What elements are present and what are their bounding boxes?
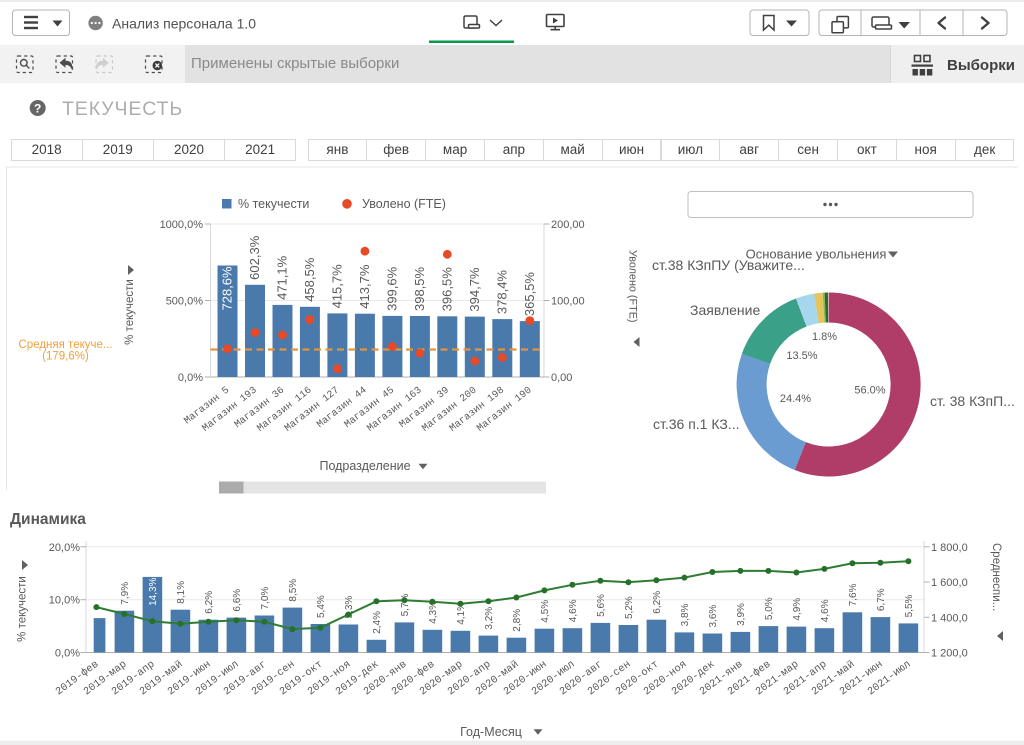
svg-text:4,6%: 4,6% <box>820 599 831 622</box>
svg-text:1 400,0: 1 400,0 <box>931 612 968 624</box>
svg-text:Уволено (FTE): Уволено (FTE) <box>362 197 446 211</box>
svg-text:Анализ персонала 1.0: Анализ персонала 1.0 <box>112 16 256 32</box>
svg-text:3,8%: 3,8% <box>680 603 691 626</box>
svg-text:1 600,0: 1 600,0 <box>931 577 968 589</box>
svg-text:471,1%: 471,1% <box>275 255 290 300</box>
svg-text:ст.36 п.1 КЗ...: ст.36 п.1 КЗ... <box>653 416 739 432</box>
svg-text:0,0%: 0,0% <box>178 372 203 384</box>
svg-text:% текучести: % текучести <box>238 197 309 211</box>
svg-text:10,0%: 10,0% <box>49 595 80 607</box>
svg-text:8,5%: 8,5% <box>288 579 299 602</box>
svg-text:3,6%: 3,6% <box>708 605 719 628</box>
svg-text:500,0%: 500,0% <box>166 296 204 308</box>
svg-text:415,7%: 415,7% <box>330 264 345 309</box>
svg-text:6,6%: 6,6% <box>232 589 243 612</box>
svg-text:5,4%: 5,4% <box>316 595 327 618</box>
svg-text:396,5%: 396,5% <box>440 267 455 312</box>
svg-text:2,4%: 2,4% <box>372 611 383 634</box>
svg-text:200,00: 200,00 <box>551 219 585 231</box>
svg-text:5,0%: 5,0% <box>764 597 775 620</box>
svg-text:399,6%: 399,6% <box>385 266 400 311</box>
svg-text:6,7%: 6,7% <box>876 588 887 611</box>
svg-text:Среднеспи...: Среднеспи... <box>990 543 1002 611</box>
svg-text:ст. 38 КЗпП...: ст. 38 КЗпП... <box>930 393 1015 409</box>
svg-text:4,5%: 4,5% <box>540 600 551 623</box>
svg-text:0,00: 0,00 <box>551 372 572 384</box>
svg-text:3,2%: 3,2% <box>484 607 495 630</box>
svg-text:5,7%: 5,7% <box>400 593 411 616</box>
svg-text:Основание увольнения: Основание увольнения <box>746 247 887 262</box>
svg-text:1 200,0: 1 200,0 <box>931 648 968 660</box>
svg-text:13.5%: 13.5% <box>786 350 817 362</box>
svg-text:394,7%: 394,7% <box>467 267 482 312</box>
svg-text:728,6%: 728,6% <box>220 266 235 311</box>
svg-text:7,6%: 7,6% <box>848 583 859 606</box>
svg-text:458,5%: 458,5% <box>302 257 317 302</box>
svg-text:1.8%: 1.8% <box>812 331 837 343</box>
svg-text:413,7%: 413,7% <box>357 264 372 309</box>
svg-text:1000,0%: 1000,0% <box>160 219 204 231</box>
svg-text:% текучести: % текучести <box>17 576 29 642</box>
svg-text:4,9%: 4,9% <box>792 598 803 621</box>
svg-text:(179,6%): (179,6%) <box>42 351 89 363</box>
svg-text:Год-Месяц: Год-Месяц <box>460 725 522 739</box>
svg-text:?: ? <box>34 101 41 115</box>
svg-text:14,3%: 14,3% <box>148 577 159 605</box>
svg-text:378,4%: 378,4% <box>495 270 510 315</box>
svg-text:1 800,0: 1 800,0 <box>931 542 968 554</box>
svg-text:398,5%: 398,5% <box>412 266 427 311</box>
svg-text:5,5%: 5,5% <box>904 594 915 617</box>
svg-text:5,2%: 5,2% <box>624 596 635 619</box>
svg-text:20,0%: 20,0% <box>49 542 80 554</box>
svg-text:5,6%: 5,6% <box>596 594 607 617</box>
svg-text:6,2%: 6,2% <box>652 591 663 614</box>
svg-text:0,0%: 0,0% <box>55 648 80 660</box>
svg-text:Средняя текуче...: Средняя текуче... <box>19 339 113 351</box>
svg-text:Уволено (FTE): Уволено (FTE) <box>627 250 639 323</box>
svg-text:3,9%: 3,9% <box>736 603 747 626</box>
svg-text:Выборки: Выборки <box>947 57 1015 74</box>
svg-text:Динамика: Динамика <box>10 511 86 528</box>
svg-text:100,00: 100,00 <box>551 296 585 308</box>
svg-text:2,8%: 2,8% <box>512 609 523 632</box>
svg-text:365,5%: 365,5% <box>522 272 537 317</box>
svg-text:7,9%: 7,9% <box>120 582 131 605</box>
svg-text:% текучести: % текучести <box>124 279 136 345</box>
svg-text:56.0%: 56.0% <box>854 385 885 397</box>
svg-text:8,1%: 8,1% <box>176 581 187 604</box>
svg-text:Заявление: Заявление <box>690 302 760 318</box>
svg-text:6,2%: 6,2% <box>204 591 215 614</box>
svg-text:4,6%: 4,6% <box>568 599 579 622</box>
svg-text:7,0%: 7,0% <box>260 587 271 610</box>
svg-text:24.4%: 24.4% <box>780 393 811 405</box>
svg-text:Подразделение: Подразделение <box>319 459 410 473</box>
svg-text:602,3%: 602,3% <box>247 235 262 280</box>
svg-text:ТЕКУЧЕСТЬ: ТЕКУЧЕСТЬ <box>62 98 183 120</box>
